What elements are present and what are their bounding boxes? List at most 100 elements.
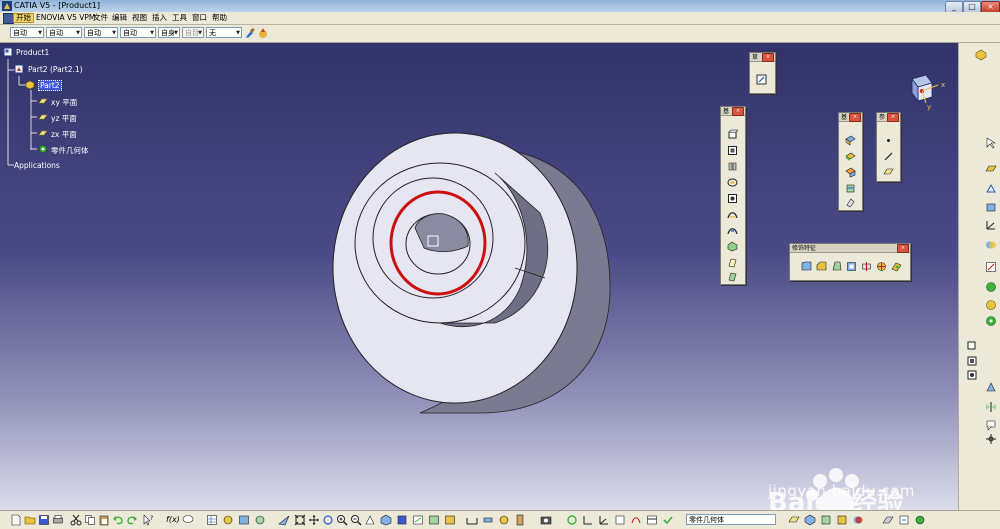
table-icon[interactable] <box>206 514 218 526</box>
curvature-analysis-icon[interactable] <box>985 315 997 327</box>
palette-close-icon[interactable]: × <box>762 53 774 62</box>
plane-icon[interactable] <box>38 128 48 138</box>
fillet-icon[interactable] <box>801 261 812 272</box>
redo-icon[interactable] <box>126 514 138 526</box>
split-icon[interactable] <box>845 135 856 146</box>
groove-icon[interactable] <box>727 177 738 188</box>
undo-icon[interactable] <box>112 514 124 526</box>
axis-icon[interactable] <box>985 219 997 231</box>
shading-icon[interactable] <box>396 514 408 526</box>
draft-icon[interactable] <box>831 261 842 272</box>
compass-icon[interactable]: x y <box>904 71 948 111</box>
publish-icon[interactable] <box>898 514 910 526</box>
zoom-out-icon[interactable] <box>350 514 362 526</box>
workbench-part-icon[interactable] <box>975 49 987 61</box>
tree-item-zx-plane[interactable]: zx 平面 <box>51 129 77 140</box>
remove-face-icon[interactable] <box>891 261 902 272</box>
pocket-icon[interactable] <box>727 145 738 156</box>
line-icon[interactable] <box>883 151 894 162</box>
pocket-toolbar-icon[interactable] <box>966 355 978 367</box>
tree-item-applications[interactable]: Applications <box>14 161 60 170</box>
palette-close-icon[interactable]: × <box>897 244 909 253</box>
body-gear-icon[interactable] <box>38 144 48 154</box>
sketcher-palette[interactable]: 草 × <box>749 52 776 94</box>
menu-view[interactable]: 视图 <box>130 13 149 23</box>
point-icon[interactable] <box>883 135 894 146</box>
sheet-metal-icon[interactable] <box>882 514 894 526</box>
linetype-combo[interactable]: 自动 ▼ <box>120 27 156 38</box>
iso-view-icon[interactable] <box>380 514 392 526</box>
paintbrush-icon[interactable] <box>244 27 256 39</box>
save-icon[interactable] <box>38 514 50 526</box>
mirror-icon[interactable] <box>985 401 997 413</box>
stiffener-icon[interactable] <box>727 241 738 252</box>
menu-insert[interactable]: 插入 <box>150 13 169 23</box>
command-input[interactable]: 零件几何体 <box>686 514 776 525</box>
menu-file[interactable]: 文件 <box>91 13 110 23</box>
analysis-icon[interactable] <box>985 281 997 293</box>
render-style-combo[interactable]: 无 ▼ <box>206 27 242 38</box>
fly-mode-icon[interactable] <box>278 514 290 526</box>
menu-window[interactable]: 窗口 <box>190 13 209 23</box>
zoom-in-icon[interactable] <box>336 514 348 526</box>
fit-all-icon[interactable] <box>294 514 306 526</box>
plane-icon[interactable] <box>38 96 48 106</box>
color-combo[interactable]: 自动 ▼ <box>10 27 44 38</box>
palette-close-icon[interactable]: × <box>732 107 744 116</box>
3d-viewport[interactable]: Product1 Part2 (Part2.1) Part2 xy 平面 yz … <box>0 43 958 510</box>
close-surface-icon[interactable] <box>845 167 856 178</box>
reframe-icon[interactable] <box>582 514 594 526</box>
body-toggle-icon[interactable] <box>804 514 816 526</box>
rotate-icon[interactable] <box>322 514 334 526</box>
shell-icon[interactable] <box>846 261 857 272</box>
pad-toolbar-icon[interactable] <box>966 339 978 351</box>
palette-titlebar[interactable]: 基 × <box>839 113 862 122</box>
sketch-toolbar-icon[interactable] <box>985 163 997 175</box>
remove-loft-icon[interactable] <box>727 271 738 282</box>
transform-icon[interactable] <box>985 381 997 393</box>
measure-between-icon[interactable] <box>466 514 478 526</box>
palette-titlebar[interactable]: 草 × <box>750 53 775 62</box>
dress-up-features-palette[interactable]: 修饰特征 × <box>789 243 911 281</box>
plane-icon[interactable] <box>38 112 48 122</box>
tree-item-part[interactable]: Part2 <box>38 80 62 91</box>
menu-tools[interactable]: 工具 <box>170 13 189 23</box>
constraint-icon[interactable] <box>985 261 997 273</box>
comment-icon[interactable] <box>182 514 194 526</box>
layer-combo[interactable]: 自目 ▼ <box>182 27 204 38</box>
pad-icon[interactable] <box>727 129 738 140</box>
part-icon[interactable] <box>25 80 35 90</box>
shaft-icon[interactable] <box>727 161 738 172</box>
thread-icon[interactable] <box>876 261 887 272</box>
plane-tool-icon[interactable] <box>883 166 894 177</box>
product-icon[interactable] <box>3 47 13 57</box>
apply-material-icon[interactable] <box>514 514 526 526</box>
sketch-icon[interactable] <box>756 74 767 85</box>
palette-close-icon[interactable]: × <box>887 113 899 122</box>
reference-elements-palette[interactable]: 参 × <box>876 112 901 182</box>
slot-icon[interactable] <box>727 225 738 236</box>
knowledge-advisor-icon[interactable] <box>914 514 926 526</box>
tree-item-part-body[interactable]: 零件几何体 <box>51 145 89 156</box>
geometrical-set-icon[interactable] <box>820 514 832 526</box>
knowledge-icon[interactable] <box>222 514 234 526</box>
menu-enovia[interactable]: ENOVIA V5 VPM <box>34 13 97 23</box>
3d-part-model[interactable] <box>320 128 620 418</box>
print-icon[interactable] <box>52 514 64 526</box>
wireframe-icon[interactable] <box>985 183 997 195</box>
boolean-icon[interactable] <box>985 239 997 251</box>
loft-icon[interactable] <box>727 257 738 268</box>
chamfer-icon[interactable] <box>816 261 827 272</box>
select-arrow-icon[interactable] <box>985 137 997 149</box>
tree-item-part-instance[interactable]: Part2 (Part2.1) <box>28 65 83 74</box>
new-file-icon[interactable] <box>10 514 22 526</box>
normal-view-icon[interactable] <box>364 514 376 526</box>
design-table-icon[interactable] <box>646 514 658 526</box>
menu-help[interactable]: 帮助 <box>210 13 229 23</box>
hole-icon[interactable] <box>727 193 738 204</box>
ordered-set-icon[interactable] <box>836 514 848 526</box>
boolean-operations-icon[interactable] <box>852 514 864 526</box>
transparency-combo[interactable]: 自动 ▼ <box>46 27 82 38</box>
plane-toggle-icon[interactable] <box>788 514 800 526</box>
update-icon[interactable] <box>566 514 578 526</box>
